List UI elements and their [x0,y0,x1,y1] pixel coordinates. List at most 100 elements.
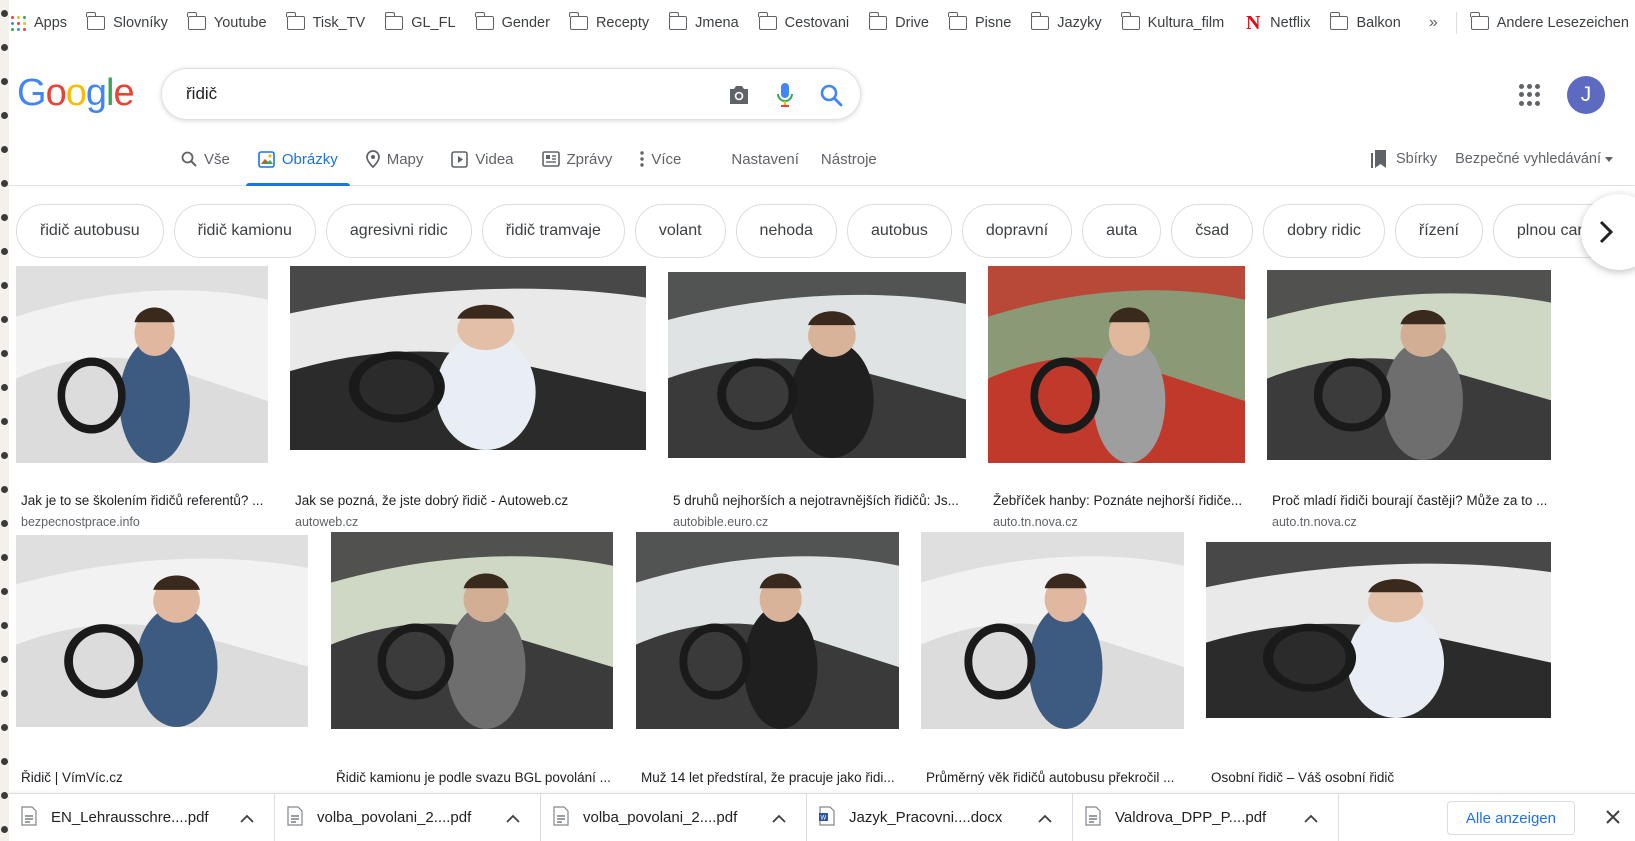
result-caption[interactable]: Osobní řidič – Váš osobní řidič [1211,770,1550,785]
tab-label: Zprávy [566,150,613,168]
chevron-up-icon[interactable] [1038,811,1052,828]
related-search-chip[interactable]: auta [1082,204,1162,258]
search-icon[interactable] [818,82,844,108]
bookmark-label: Balkon [1356,15,1401,31]
result-source[interactable]: bezpecnostprace.info [21,515,140,529]
download-item[interactable]: W Jazyk_Pracovni....docx [807,793,1073,841]
chevron-up-icon[interactable] [772,811,786,828]
bookmark-drive[interactable]: Drive [868,0,929,46]
pdf-file-icon [553,805,569,830]
tab-vice[interactable]: Více [634,132,687,186]
result-thumbnail[interactable] [331,532,613,729]
bookmark-youtube[interactable]: Youtube [187,0,267,46]
download-filename: volba_povolani_2....pdf [317,809,472,826]
related-search-chip[interactable]: řidič autobusu [16,204,164,258]
bookmark-balkon[interactable]: Balkon [1329,0,1401,46]
related-search-chip[interactable]: dobry ridic [1263,204,1385,258]
related-search-chip[interactable]: agresivni ridic [325,204,472,258]
result-thumbnail[interactable] [290,266,646,450]
result-caption[interactable]: 5 druhů nejhorších a nejotravnějších řid… [673,493,965,508]
tab-obrazky[interactable]: Obrázky [245,132,350,186]
result-caption[interactable]: Řidič | VímVíc.cz [21,770,307,785]
related-search-chip[interactable]: autobus [846,204,952,258]
tab-label: Vše [204,150,230,168]
result-caption[interactable]: Jak je to se školením řidičů referentů? … [21,493,267,508]
related-search-chip[interactable]: řidič kamionu [173,204,316,258]
related-search-chip[interactable]: nehoda [735,204,837,258]
result-caption[interactable]: Muž 14 let předstíral, že pracuje jako ř… [641,770,898,785]
search-input[interactable] [186,84,706,104]
google-logo[interactable]: Google [17,72,135,115]
bookmark-netflix[interactable]: N Netflix [1244,0,1311,46]
bookmark-gl-fl[interactable]: GL_FL [384,0,456,46]
google-apps-icon[interactable] [1519,84,1541,106]
related-search-chip[interactable]: volant [634,204,726,258]
tab-mapy[interactable]: Mapy [360,132,430,186]
tab-vse[interactable]: Vše [175,132,236,186]
result-thumbnail[interactable] [988,266,1245,463]
camera-icon[interactable] [726,82,752,108]
result-caption[interactable]: Průměrný věk řidičů autobusu překročil .… [926,770,1183,785]
chevron-up-icon[interactable] [240,811,254,828]
result-caption[interactable]: Jak se pozná, že jste dobrý řidič - Auto… [295,493,645,508]
download-item[interactable]: Valdrova_DPP_P....pdf [1073,793,1339,841]
bookmark-label: Pisne [975,15,1012,31]
result-thumbnail[interactable] [16,266,268,463]
bookmark-tisk-tv[interactable]: Tisk_TV [285,0,365,46]
bookmark-gender[interactable]: Gender [474,0,550,46]
tab-zpravy[interactable]: Zprávy [536,132,619,186]
bookmark-slovn-ky[interactable]: Slovníky [86,0,168,46]
bookmark-cestovani[interactable]: Cestovani [758,0,849,46]
related-search-chip[interactable]: řízení [1394,204,1483,258]
download-item[interactable]: EN_Lehrausschre....pdf [9,793,275,841]
pdf-file-icon [1085,805,1101,830]
news-icon [541,151,560,167]
avatar[interactable]: J [1567,76,1605,114]
result-caption[interactable]: Žebříček hanby: Poznáte nejhorší řidiče.… [993,493,1244,508]
bookmark-jmena[interactable]: Jmena [668,0,739,46]
safe-search-dropdown[interactable]: Bezpečné vyhledávání [1455,151,1613,167]
settings-link[interactable]: Nastavení [725,132,805,186]
result-thumbnail[interactable] [16,535,308,727]
result-source[interactable]: autoweb.cz [295,515,358,529]
collections-link[interactable]: Sbírky [1370,149,1437,169]
bookmark-apps[interactable]: Apps [11,0,67,46]
download-filename: EN_Lehrausschre....pdf [51,809,209,826]
tab-label: Více [651,150,682,168]
related-search-chip[interactable]: čsad [1171,204,1254,258]
bookmark-other-bookmarks[interactable]: Andere Lesezeichen [1470,0,1629,46]
bookmarks-overflow-button[interactable]: » [1429,14,1438,32]
result-thumbnail[interactable] [636,532,899,729]
result-source[interactable]: auto.tn.nova.cz [1272,515,1357,529]
result-thumbnail[interactable] [668,272,966,458]
microphone-icon[interactable] [772,82,798,108]
result-thumbnail[interactable] [1206,542,1551,718]
play-icon [451,150,469,168]
chevron-up-icon[interactable] [506,811,520,828]
folder-icon [569,12,588,30]
logo-letter: o [65,72,87,114]
show-all-downloads-button[interactable]: Alle anzeigen [1446,801,1575,835]
bookmark-pisne[interactable]: Pisne [948,0,1012,46]
tab-videa[interactable]: Videa [445,132,519,186]
map-pin-icon [365,150,380,168]
result-thumbnail[interactable] [921,532,1184,729]
related-search-chip[interactable]: dopravní [961,204,1073,258]
bookmark-label: Apps [34,15,68,31]
bookmark-kultura-film[interactable]: Kultura_film [1121,0,1224,46]
result-source[interactable]: auto.tn.nova.cz [993,515,1078,529]
close-icon[interactable] [1603,807,1623,832]
tools-link[interactable]: Nástroje [815,132,883,186]
bookmark-label: Andere Lesezeichen [1496,15,1629,31]
result-caption[interactable]: Řidič kamionu je podle svazu BGL povolán… [336,770,612,785]
bookmark-recepty[interactable]: Recepty [569,0,649,46]
download-item[interactable]: volba_povolani_2....pdf [541,793,807,841]
download-item[interactable]: volba_povolani_2....pdf [275,793,541,841]
result-thumbnail[interactable] [1267,270,1551,460]
result-caption[interactable]: Proč mladí řidiči bourají častěji? Může … [1272,493,1550,508]
related-search-chip[interactable]: řidič tramvaje [481,204,625,258]
chevron-up-icon[interactable] [1304,811,1318,828]
bookmark-jazyky[interactable]: Jazyky [1030,0,1102,46]
chevron-right-icon [1599,220,1614,244]
result-source[interactable]: autobible.euro.cz [673,515,768,529]
